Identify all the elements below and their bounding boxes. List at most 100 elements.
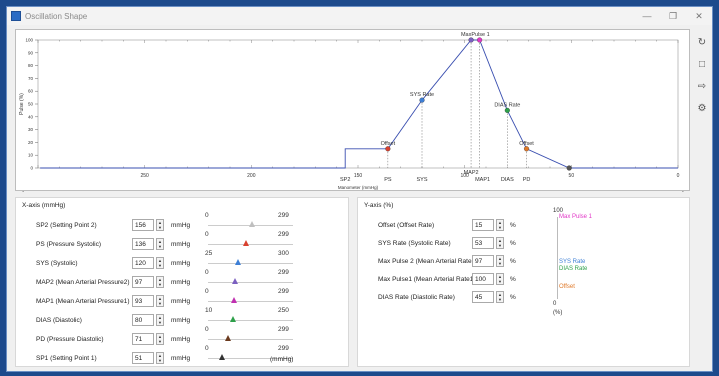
x-row-input[interactable]: 80	[132, 314, 154, 326]
y-row-input[interactable]: 15	[472, 219, 494, 231]
y-row-spinner[interactable]: ▲ ▼	[496, 219, 504, 231]
y-row-spinner[interactable]: ▲ ▼	[496, 237, 504, 249]
x-row-label: MAP2 (Mean Arterial Pressure2)	[36, 279, 130, 286]
legend-unit: (%)	[553, 310, 563, 316]
y-tick-label: 80	[28, 63, 34, 68]
x-row-input[interactable]: 156	[132, 219, 154, 231]
x-slider-max: 299	[278, 231, 289, 238]
x-slider-thumb[interactable]	[232, 278, 239, 284]
x-slider-thumb[interactable]	[249, 221, 256, 227]
x-row-spinner[interactable]: ▲ ▼	[156, 238, 164, 250]
x-tick-label: 250	[140, 173, 149, 179]
x-axis-row: SP1 (Setting Point 1) 51 ▲ ▼ mmHg 0 299	[16, 345, 348, 367]
x-slider-thumb[interactable]	[229, 316, 236, 322]
x-slider-max: 300	[278, 250, 289, 257]
point-label: MaxPulse 1	[461, 32, 490, 38]
y-tick-label: 90	[28, 50, 34, 55]
y-tick-label: 30	[28, 127, 34, 132]
x-row-spinner[interactable]: ▲ ▼	[156, 257, 164, 269]
x-axis-row: MAP1 (Mean Arterial Pressure1) 93 ▲ ▼ mmH…	[16, 288, 348, 310]
y-axis-title: Y-axis (%)	[364, 202, 394, 209]
x-slider-thumb[interactable]	[225, 335, 232, 341]
y-row-spinner[interactable]: ▲ ▼	[496, 255, 504, 267]
x-axis-row: MAP2 (Mean Arterial Pressure2) 97 ▲ ▼ mmH…	[16, 269, 348, 291]
vline-label: PS	[384, 177, 392, 183]
y-row-spinner[interactable]: ▲ ▼	[496, 291, 504, 303]
y-axis-panel: Y-axis (%) Offset (Offset Rate) 15 ▲ ▼ % S…	[357, 197, 690, 367]
legend-bottom: 0	[553, 301, 557, 307]
y-row-label: SYS Rate (Systolic Rate)	[378, 240, 451, 247]
x-row-input[interactable]: 120	[132, 257, 154, 269]
settings-icon[interactable]: ⚙	[695, 101, 709, 115]
vline-label: MAP1	[475, 177, 490, 183]
y-row-input[interactable]: 100	[472, 273, 494, 285]
point-label: DIAS Rate	[494, 102, 520, 108]
x-row-input[interactable]: 136	[132, 238, 154, 250]
y-legend: 100 0 (%) Max Pulse 1 SYS Rate DIAS Rate Of…	[553, 208, 633, 328]
x-axis-row: SYS (Systolic) 120 ▲ ▼ mmHg 25 300	[16, 250, 348, 272]
x-slider-track[interactable]	[208, 282, 293, 283]
x-slider-track[interactable]	[208, 320, 293, 321]
legend-entry: Max Pulse 1	[559, 214, 593, 220]
oscillation-chart[interactable]: 0 10 20 30 40 50 60 70 80 90 100 250 200 150 100 50 0 Pul…	[15, 29, 690, 192]
x-row-input[interactable]: 51	[132, 352, 154, 364]
x-row-input[interactable]: 71	[132, 333, 154, 345]
y-axis-row: Max Pulse1 (Mean Arterial Rate1) 100 ▲ ▼ …	[358, 272, 689, 288]
y-row-input[interactable]: 45	[472, 291, 494, 303]
x-row-spinner[interactable]: ▲ ▼	[156, 276, 164, 288]
point-label: Offset	[381, 141, 396, 147]
scroll-left-icon: ‹	[22, 190, 24, 192]
y-axis-row: Max Pulse 2 (Mean Arterial Rate2) 97 ▲ ▼ …	[358, 254, 689, 270]
x-slider-max: 299	[278, 212, 289, 219]
legend-entry: Offset	[559, 284, 575, 290]
x-row-unit: mmHg	[171, 298, 191, 305]
x-slider-thumb[interactable]	[234, 259, 241, 265]
x-row-spinner[interactable]: ▲ ▼	[156, 352, 164, 364]
x-slider-thumb[interactable]	[231, 297, 238, 303]
x-slider-thumb[interactable]	[243, 240, 250, 246]
x-row-spinner[interactable]: ▲ ▼	[156, 219, 164, 231]
y-tick-label: 70	[28, 76, 34, 81]
legend-entry: SYS Rate	[559, 259, 586, 265]
vline-label: SYS	[416, 177, 427, 183]
x-slider-max: 250	[278, 307, 289, 314]
x-slider-max: 299	[278, 345, 289, 352]
x-row-label: PD (Pressure Diastolic)	[36, 336, 104, 343]
export-icon[interactable]: □	[695, 57, 709, 71]
x-row-spinner[interactable]: ▲ ▼	[156, 314, 164, 326]
title-bar: Oscillation Shape — ❐ ✕	[7, 7, 712, 25]
x-slider-min: 0	[205, 231, 209, 238]
x-slider-track[interactable]	[208, 263, 293, 264]
y-row-spinner[interactable]: ▲ ▼	[496, 273, 504, 285]
x-slider-track[interactable]	[208, 244, 293, 245]
x-slider-thumb[interactable]	[219, 354, 226, 360]
x-row-unit: mmHg	[171, 241, 191, 248]
vline-label: SP2	[340, 177, 350, 183]
x-row-input[interactable]: 97	[132, 276, 154, 288]
y-tick-label: 40	[28, 114, 34, 119]
app-icon	[11, 11, 21, 21]
x-slider-track[interactable]	[208, 301, 293, 302]
y-axis-label: Pulse (%)	[19, 93, 25, 115]
maximize-button[interactable]: ❐	[660, 7, 686, 25]
x-axis-row: SP2 (Setting Point 2) 156 ▲ ▼ mmHg 0 299	[16, 212, 348, 234]
x-axis-row: DIAS (Diastolic) 80 ▲ ▼ mmHg 10 250	[16, 307, 348, 329]
x-axis-footer-unit: (mmHg)	[270, 356, 294, 363]
y-tick-label: 100	[25, 38, 33, 43]
point-label: SYS Rate	[410, 92, 434, 98]
import-icon[interactable]: ⇨	[695, 79, 709, 93]
x-row-label: SP2 (Setting Point 2)	[36, 222, 97, 229]
x-row-input[interactable]: 93	[132, 295, 154, 307]
x-slider-track[interactable]	[208, 339, 293, 340]
y-row-input[interactable]: 53	[472, 237, 494, 249]
x-row-spinner[interactable]: ▲ ▼	[156, 333, 164, 345]
x-slider-max: 299	[278, 326, 289, 333]
x-row-label: MAP1 (Mean Arterial Pressure1)	[36, 298, 130, 305]
y-tick-label: 20	[28, 140, 34, 145]
scroll-right-icon: ›	[682, 190, 684, 192]
x-row-spinner[interactable]: ▲ ▼	[156, 295, 164, 307]
y-row-input[interactable]: 97	[472, 255, 494, 267]
close-button[interactable]: ✕	[686, 7, 712, 25]
minimize-button[interactable]: —	[634, 7, 660, 25]
refresh-icon[interactable]: ↻	[695, 35, 709, 49]
